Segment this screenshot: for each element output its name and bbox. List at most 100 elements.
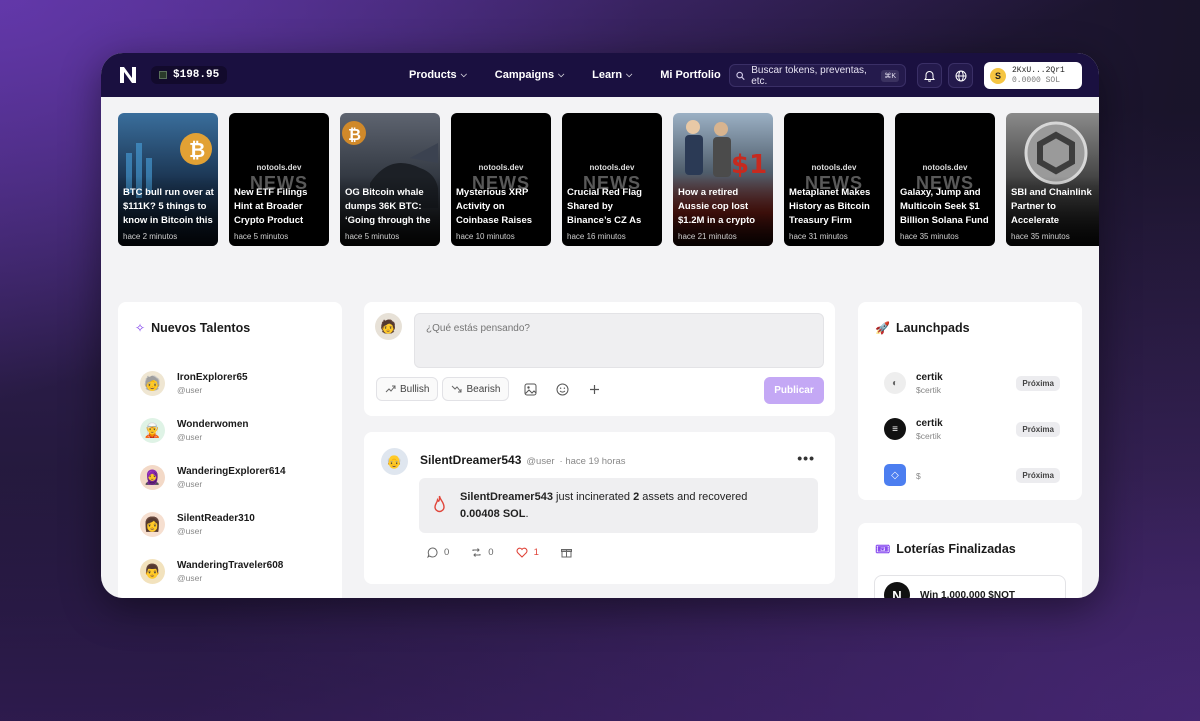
news-card[interactable]: notools.dev NEWS Crucial Red Flag Shared…	[562, 113, 662, 246]
news-title: How a retired Aussie cop lost $1.2M in a…	[678, 187, 756, 226]
talent-item[interactable]: 🧝 Wonderwomen @user	[140, 407, 286, 454]
post-author[interactable]: SilentDreamer543	[420, 453, 521, 467]
composer-actions: Bullish Bearish	[376, 377, 605, 401]
status-badge: Próxima	[1016, 467, 1060, 483]
news-card[interactable]: notools.dev NEWS Mysterious XRP Activity…	[451, 113, 551, 246]
gift-icon	[560, 549, 572, 558]
post-composer: 🧑 Bullish Bearish Publicar	[364, 302, 835, 416]
wallet-icon	[159, 71, 167, 79]
fire-icon	[434, 495, 445, 513]
nav-portfolio[interactable]: Mi Portfolio	[660, 69, 721, 81]
lottery-item[interactable]: N Win 1,000,000 $NOT	[874, 575, 1066, 598]
news-card[interactable]: SBI and Chainlink Partner to Accelerate …	[1006, 113, 1099, 246]
wallet-address: 2KxU...2Qr1	[1012, 65, 1065, 75]
status-badge: Próxima	[1016, 421, 1060, 437]
news-card[interactable]: ₿ BTC bull run over at $111K? 5 things t…	[118, 113, 218, 246]
news-time: hace 5 minutos	[345, 232, 400, 241]
news-brand: notools.dev	[478, 163, 524, 172]
repost-button[interactable]: 0	[471, 547, 494, 558]
search-shortcut: ⌘K	[881, 69, 899, 82]
chevron-down-icon: ⌵	[460, 70, 467, 79]
nav-campaigns-label: Campaigns	[494, 69, 555, 81]
image-icon[interactable]	[519, 378, 541, 400]
notifications-button[interactable]	[917, 63, 942, 88]
nav-products[interactable]: Products ⌵	[409, 69, 467, 81]
like-count: 1	[533, 547, 539, 558]
comment-button[interactable]: 0	[427, 547, 449, 558]
feed-post: 👴 SilentDreamer543 @user · hace 19 horas…	[364, 432, 835, 584]
post-time: · hace 19 horas	[559, 456, 626, 467]
wallet-button[interactable]: S 2KxU...2Qr1 0.0000 SOL	[984, 62, 1082, 89]
nav-portfolio-label: Mi Portfolio	[660, 69, 721, 81]
nav-campaigns[interactable]: Campaigns ⌵	[495, 69, 564, 81]
emoji-icon[interactable]	[551, 378, 573, 400]
launchpads-header: 🚀 Launchpads	[875, 321, 970, 335]
news-card[interactable]: notools.dev NEWS Metaplanet Makes Histor…	[784, 113, 884, 246]
bearish-button[interactable]: Bearish	[442, 377, 510, 401]
launchpad-ticker: $certik	[916, 430, 942, 441]
launchpad-item[interactable]: ◐ certik $certik Próxima	[884, 360, 1060, 406]
news-brand: notools.dev	[922, 163, 968, 172]
news-card[interactable]: notools.dev NEWS New ETF Filings Hint at…	[229, 113, 329, 246]
status-badge: Próxima	[1016, 375, 1060, 391]
news-card[interactable]: $1 How a retired Aussie cop lost $1.2M i…	[673, 113, 773, 246]
talent-item[interactable]: 👩 SilentReader310 @user	[140, 501, 286, 548]
talent-item[interactable]: 👨 WanderingTraveler608 @user	[140, 548, 286, 595]
avatar: 👩	[140, 512, 165, 537]
news-time: hace 21 minutos	[678, 232, 737, 241]
talent-handle: @user	[177, 573, 203, 583]
avatar[interactable]: 👴	[381, 448, 408, 475]
news-title: SBI and Chainlink Partner to Accelerate …	[1011, 187, 1092, 226]
news-brand: notools.dev	[256, 163, 302, 172]
news-strip: ₿ BTC bull run over at $111K? 5 things t…	[118, 113, 1099, 246]
repost-count: 0	[488, 547, 494, 558]
nav-learn[interactable]: Learn ⌵	[592, 69, 632, 81]
app-window: $198.95 Products ⌵ Campaigns ⌵ Learn ⌵ M…	[101, 53, 1099, 598]
balance-chip[interactable]: $198.95	[151, 66, 228, 84]
logo-icon[interactable]	[117, 64, 139, 86]
post-handle: @user	[526, 456, 555, 467]
launchpad-list: ◐ certik $certik Próxima ≡ certik $certi…	[884, 360, 1060, 498]
top-navbar: $198.95 Products ⌵ Campaigns ⌵ Learn ⌵ M…	[101, 53, 1099, 97]
news-card[interactable]: notools.dev NEWS Galaxy, Jump and Multic…	[895, 113, 995, 246]
talent-name: WanderingExplorer614	[177, 466, 286, 477]
svg-text:₿: ₿	[348, 125, 361, 144]
news-title: Metaplanet Makes History as Bitcoin Trea…	[789, 187, 871, 226]
chevron-down-icon: ⌵	[558, 70, 565, 79]
comment-count: 0	[444, 547, 450, 558]
plus-icon[interactable]	[583, 378, 605, 400]
news-time: hace 10 minutos	[456, 232, 515, 241]
news-card[interactable]: ₿ OG Bitcoin whale dumps 36K BTC: ‘Going…	[340, 113, 440, 246]
nav-products-label: Products	[409, 69, 457, 81]
post-textarea[interactable]	[414, 313, 824, 368]
notcoin-logo-icon: N	[884, 582, 910, 598]
gift-button[interactable]	[560, 547, 572, 558]
publish-button[interactable]: Publicar	[764, 377, 824, 404]
launchpads-title: Launchpads	[895, 321, 970, 335]
launchpad-item[interactable]: ◇ $ Próxima	[884, 452, 1060, 498]
talent-item[interactable]: 🧓 IronExplorer65 @user	[140, 360, 286, 407]
like-button[interactable]: 1	[516, 547, 539, 558]
news-title: OG Bitcoin whale dumps 36K BTC: ‘Going t…	[345, 187, 431, 226]
more-options-icon[interactable]: •••	[797, 450, 815, 466]
new-talents-title: Nuevos Talentos	[151, 321, 251, 335]
news-time: hace 2 minutos	[123, 232, 178, 241]
talent-item[interactable]: 🧕 WanderingExplorer614 @user	[140, 454, 286, 501]
wallet-info: 2KxU...2Qr1 0.0000 SOL	[1012, 66, 1065, 86]
bullish-label: Bullish	[400, 383, 430, 395]
search-input[interactable]: Buscar tokens, preventas, etc. ⌘K	[729, 64, 906, 87]
bullish-button[interactable]: Bullish	[376, 377, 439, 401]
avatar[interactable]: 🧑	[375, 313, 402, 340]
launchpad-item[interactable]: ≡ certik $certik Próxima	[884, 406, 1060, 452]
post-text: SilentDreamer543 just incinerated 2 asse…	[460, 491, 748, 520]
talent-handle: @user	[177, 479, 203, 489]
bell-icon	[924, 70, 935, 82]
launchpad-name: certik	[916, 417, 943, 429]
certik-logo-icon: ≡	[884, 418, 906, 440]
post-content: SilentDreamer543 just incinerated 2 asse…	[419, 478, 818, 533]
talent-handle: @user	[177, 385, 203, 395]
search-placeholder: Buscar tokens, preventas, etc.	[751, 64, 867, 87]
launchpads-panel: 🚀 Launchpads ◐ certik $certik Próxima ≡ …	[858, 302, 1082, 500]
news-title: Mysterious XRP Activity on Coinbase Rais…	[456, 187, 533, 226]
language-button[interactable]	[948, 63, 973, 88]
